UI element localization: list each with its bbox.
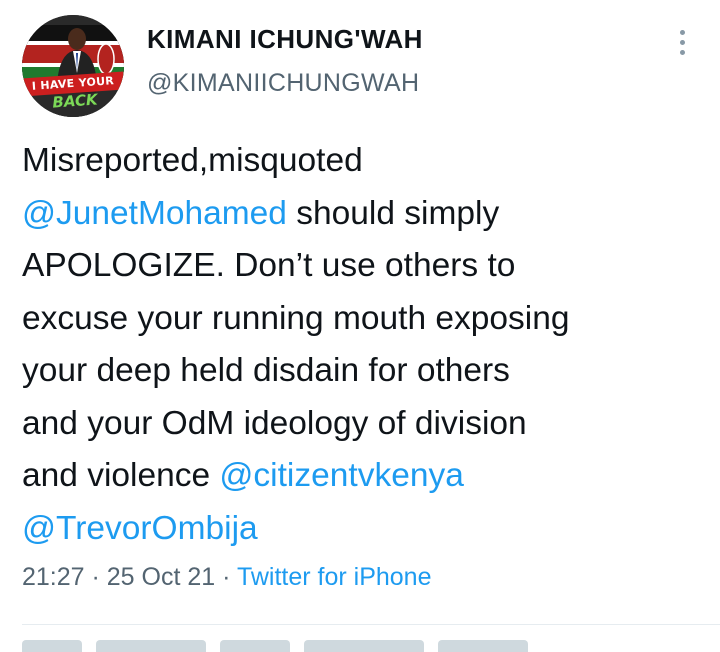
- author-display-name[interactable]: KIMANI ICHUNG'WAH: [147, 24, 423, 55]
- stats-placeholder: [438, 640, 528, 652]
- tweet-date[interactable]: 25 Oct 21: [107, 563, 215, 591]
- more-options-button[interactable]: [664, 24, 700, 60]
- tweet-text-line: excuse your running mouth exposing: [22, 293, 712, 346]
- tweet-text-line: APOLOGIZE. Don’t use others to: [22, 240, 712, 293]
- author-handle[interactable]: @KIMANIICHUNGWAH: [147, 69, 419, 98]
- tweet-time[interactable]: 21:27: [22, 563, 85, 591]
- tweet: I HAVE YOUR BACK KIMANI ICHUNG'WAH @KIMA…: [0, 0, 720, 652]
- stats-placeholder: [304, 640, 424, 652]
- stats-placeholder: [220, 640, 290, 652]
- tweet-text-segment: excuse your running mouth exposing: [22, 299, 570, 337]
- tweet-text-segment: and your OdM ideology of division: [22, 404, 527, 442]
- avatar[interactable]: I HAVE YOUR BACK: [22, 15, 124, 117]
- more-vertical-icon: [679, 29, 685, 35]
- mention-link[interactable]: @citizentvkenya: [219, 457, 463, 494]
- meta-separator: ·: [84, 563, 107, 591]
- tweet-text-line: your deep held disdain for others: [22, 345, 712, 398]
- tweet-meta: 21:27 · 25 Oct 21 · Twitter for iPhone: [22, 563, 431, 592]
- tweet-text-line: and violence @citizentvkenya: [22, 450, 712, 503]
- tweet-text-line: and your OdM ideology of division: [22, 398, 712, 451]
- tweet-text-segment: APOLOGIZE. Don’t use others to: [22, 247, 516, 284]
- tweet-stats-strip: [22, 640, 702, 652]
- tweet-text-segment: your deep held disdain for others: [22, 352, 510, 389]
- tweet-text-line: Misreported,misquoted: [22, 135, 712, 188]
- tweet-text-segment: and violence: [22, 457, 220, 494]
- tweet-text: Misreported,misquoted @JunetMohamed shoul…: [22, 135, 712, 555]
- stats-placeholder: [96, 640, 206, 652]
- tweet-text-line: @JunetMohamed should simply: [22, 188, 712, 241]
- tweet-text-segment: Misreported,misquoted: [22, 142, 363, 179]
- tweet-text-segment: should simply: [286, 194, 500, 232]
- tweet-text-line: @TrevorOmbija: [22, 503, 712, 556]
- mention-link[interactable]: @TrevorOmbija: [22, 510, 258, 547]
- more-vertical-icon-dot: [679, 49, 685, 55]
- more-vertical-icon-dot: [679, 39, 685, 45]
- divider: [22, 624, 720, 625]
- mention-link[interactable]: @JunetMohamed: [22, 195, 287, 232]
- meta-separator: ·: [215, 563, 237, 591]
- tweet-source-link[interactable]: Twitter for iPhone: [237, 563, 432, 591]
- stats-placeholder: [22, 640, 82, 652]
